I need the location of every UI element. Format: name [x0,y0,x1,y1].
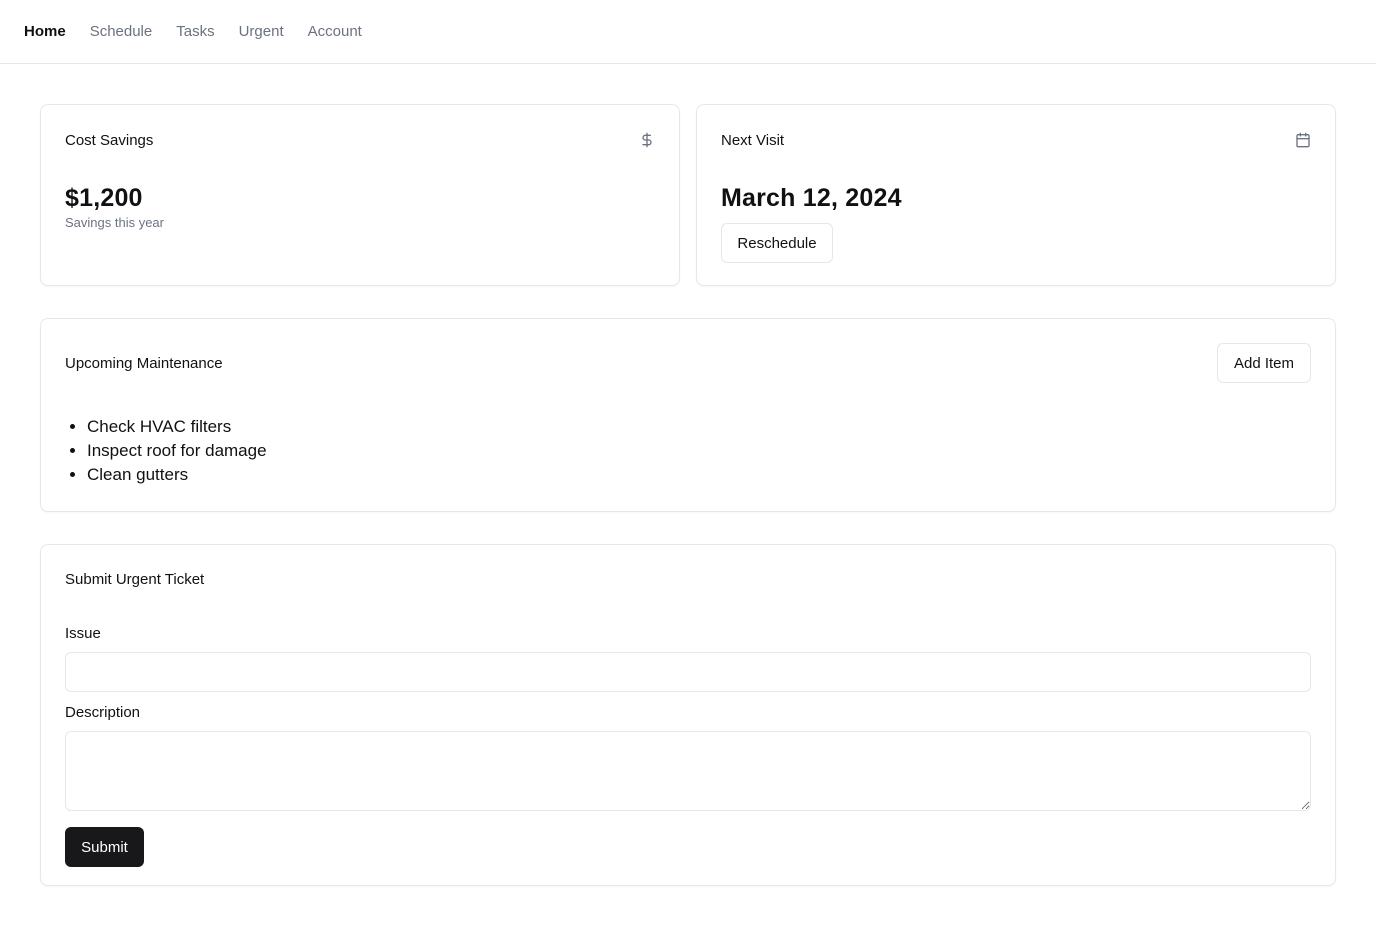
maintenance-list: Check HVAC filters Inspect roof for dama… [65,415,1311,487]
ticket-title: Submit Urgent Ticket [65,570,205,588]
submit-button[interactable]: Submit [65,827,144,867]
dollar-icon [639,132,655,148]
maintenance-title: Upcoming Maintenance [65,354,223,372]
summary-row: Cost Savings $1,200 Savings this year Ne… [40,104,1336,286]
next-visit-header: Next Visit [721,105,1311,175]
issue-label: Issue [65,625,101,642]
list-item: Clean gutters [87,463,1311,487]
next-visit-card: Next Visit March 12, 2024 Reschedule [696,104,1336,286]
maintenance-header: Upcoming Maintenance Add Item [65,319,1311,407]
issue-input[interactable] [65,652,1311,692]
next-visit-date: March 12, 2024 [721,184,902,212]
nav-account[interactable]: Account [308,23,362,40]
nav-urgent[interactable]: Urgent [239,23,284,40]
maintenance-card: Upcoming Maintenance Add Item Check HVAC… [40,318,1336,512]
description-label: Description [65,704,141,721]
ticket-header: Submit Urgent Ticket [65,545,1311,613]
reschedule-button[interactable]: Reschedule [721,223,833,263]
cost-savings-header: Cost Savings [65,105,655,175]
top-navigation: Home Schedule Tasks Urgent Account [0,0,1376,64]
nav-home[interactable]: Home [24,23,66,40]
calendar-icon [1295,132,1311,148]
main-content: Cost Savings $1,200 Savings this year Ne… [0,64,1376,886]
urgent-ticket-card: Submit Urgent Ticket Issue Description S… [40,544,1336,886]
add-item-button[interactable]: Add Item [1217,343,1311,383]
savings-value: $1,200 [65,184,143,212]
savings-caption: Savings this year [65,215,164,230]
cost-savings-title: Cost Savings [65,131,154,149]
next-visit-title: Next Visit [721,131,785,149]
list-item: Check HVAC filters [87,415,1311,439]
description-textarea[interactable] [65,731,1311,811]
nav-schedule[interactable]: Schedule [90,23,153,40]
nav-tasks[interactable]: Tasks [176,23,214,40]
list-item: Inspect roof for damage [87,439,1311,463]
cost-savings-card: Cost Savings $1,200 Savings this year [40,104,680,286]
